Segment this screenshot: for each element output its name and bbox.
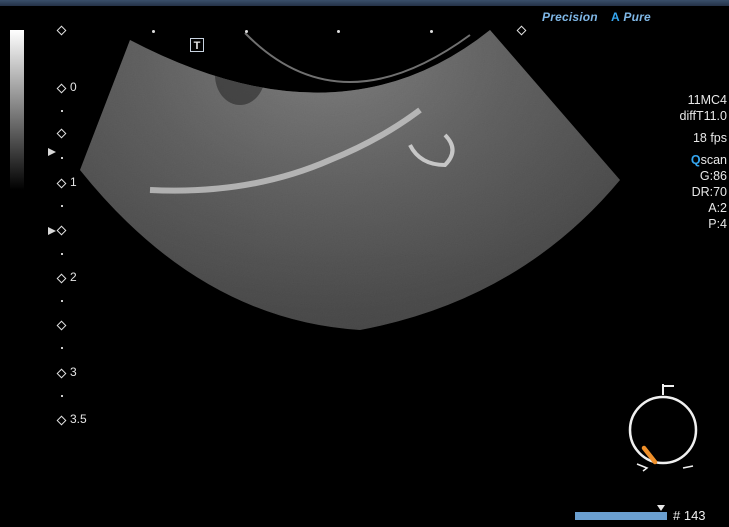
- param-a-value: A:2: [708, 201, 727, 215]
- depth-label-3-5: 3.5: [70, 412, 87, 426]
- depth-label-1: 1: [70, 175, 77, 189]
- depth-diamond: [56, 178, 67, 189]
- depth-dot: [61, 300, 63, 302]
- qscan-rest: scan: [700, 153, 727, 167]
- focus-marker-icon[interactable]: [48, 148, 56, 156]
- depth-diamond: [56, 320, 67, 331]
- cine-progress-bar[interactable]: [575, 512, 667, 520]
- depth-dot: [61, 157, 63, 159]
- depth-diamond: [56, 225, 67, 236]
- depth-dot: [61, 253, 63, 255]
- depth-label-2: 2: [70, 270, 77, 284]
- qscan-q: Q: [690, 153, 701, 167]
- cine-position-marker[interactable]: [656, 505, 665, 511]
- top-dot: [152, 30, 155, 33]
- depth-scale: 0 1 2 3 3.5: [0, 0, 110, 527]
- depth-label-0: 0: [70, 80, 77, 94]
- depth-diamond: [56, 128, 67, 139]
- imaging-parameters: 11MC4 diffT11.0 18 fps Qscan G:86 DR:70 …: [680, 92, 728, 232]
- depth-label-3: 3: [70, 365, 77, 379]
- depth-dot: [61, 110, 63, 112]
- depth-dot: [61, 347, 63, 349]
- qscan-label: Qscan: [680, 152, 727, 168]
- frame-number: # 143: [673, 508, 706, 523]
- probe-model: 11MC4: [687, 93, 727, 107]
- depth-diamond: [56, 273, 67, 284]
- probe-orientation-icon: [628, 384, 698, 472]
- depth-diamond: [56, 415, 67, 426]
- depth-diamond: [56, 368, 67, 379]
- top-dot: [337, 30, 340, 33]
- t-marker[interactable]: T: [190, 38, 204, 52]
- depth-diamond: [56, 83, 67, 94]
- focus-marker-icon[interactable]: [48, 227, 56, 235]
- gain-value: G:86: [699, 169, 727, 183]
- frame-rate: 18 fps: [692, 131, 727, 145]
- param-p-value: P:4: [708, 217, 727, 231]
- dynamic-range-value: DR:70: [691, 185, 727, 199]
- depth-dot: [61, 395, 63, 397]
- top-dot: [430, 30, 433, 33]
- depth-dot: [61, 205, 63, 207]
- top-dot: [245, 30, 248, 33]
- imaging-mode: diffT11.0: [679, 109, 728, 123]
